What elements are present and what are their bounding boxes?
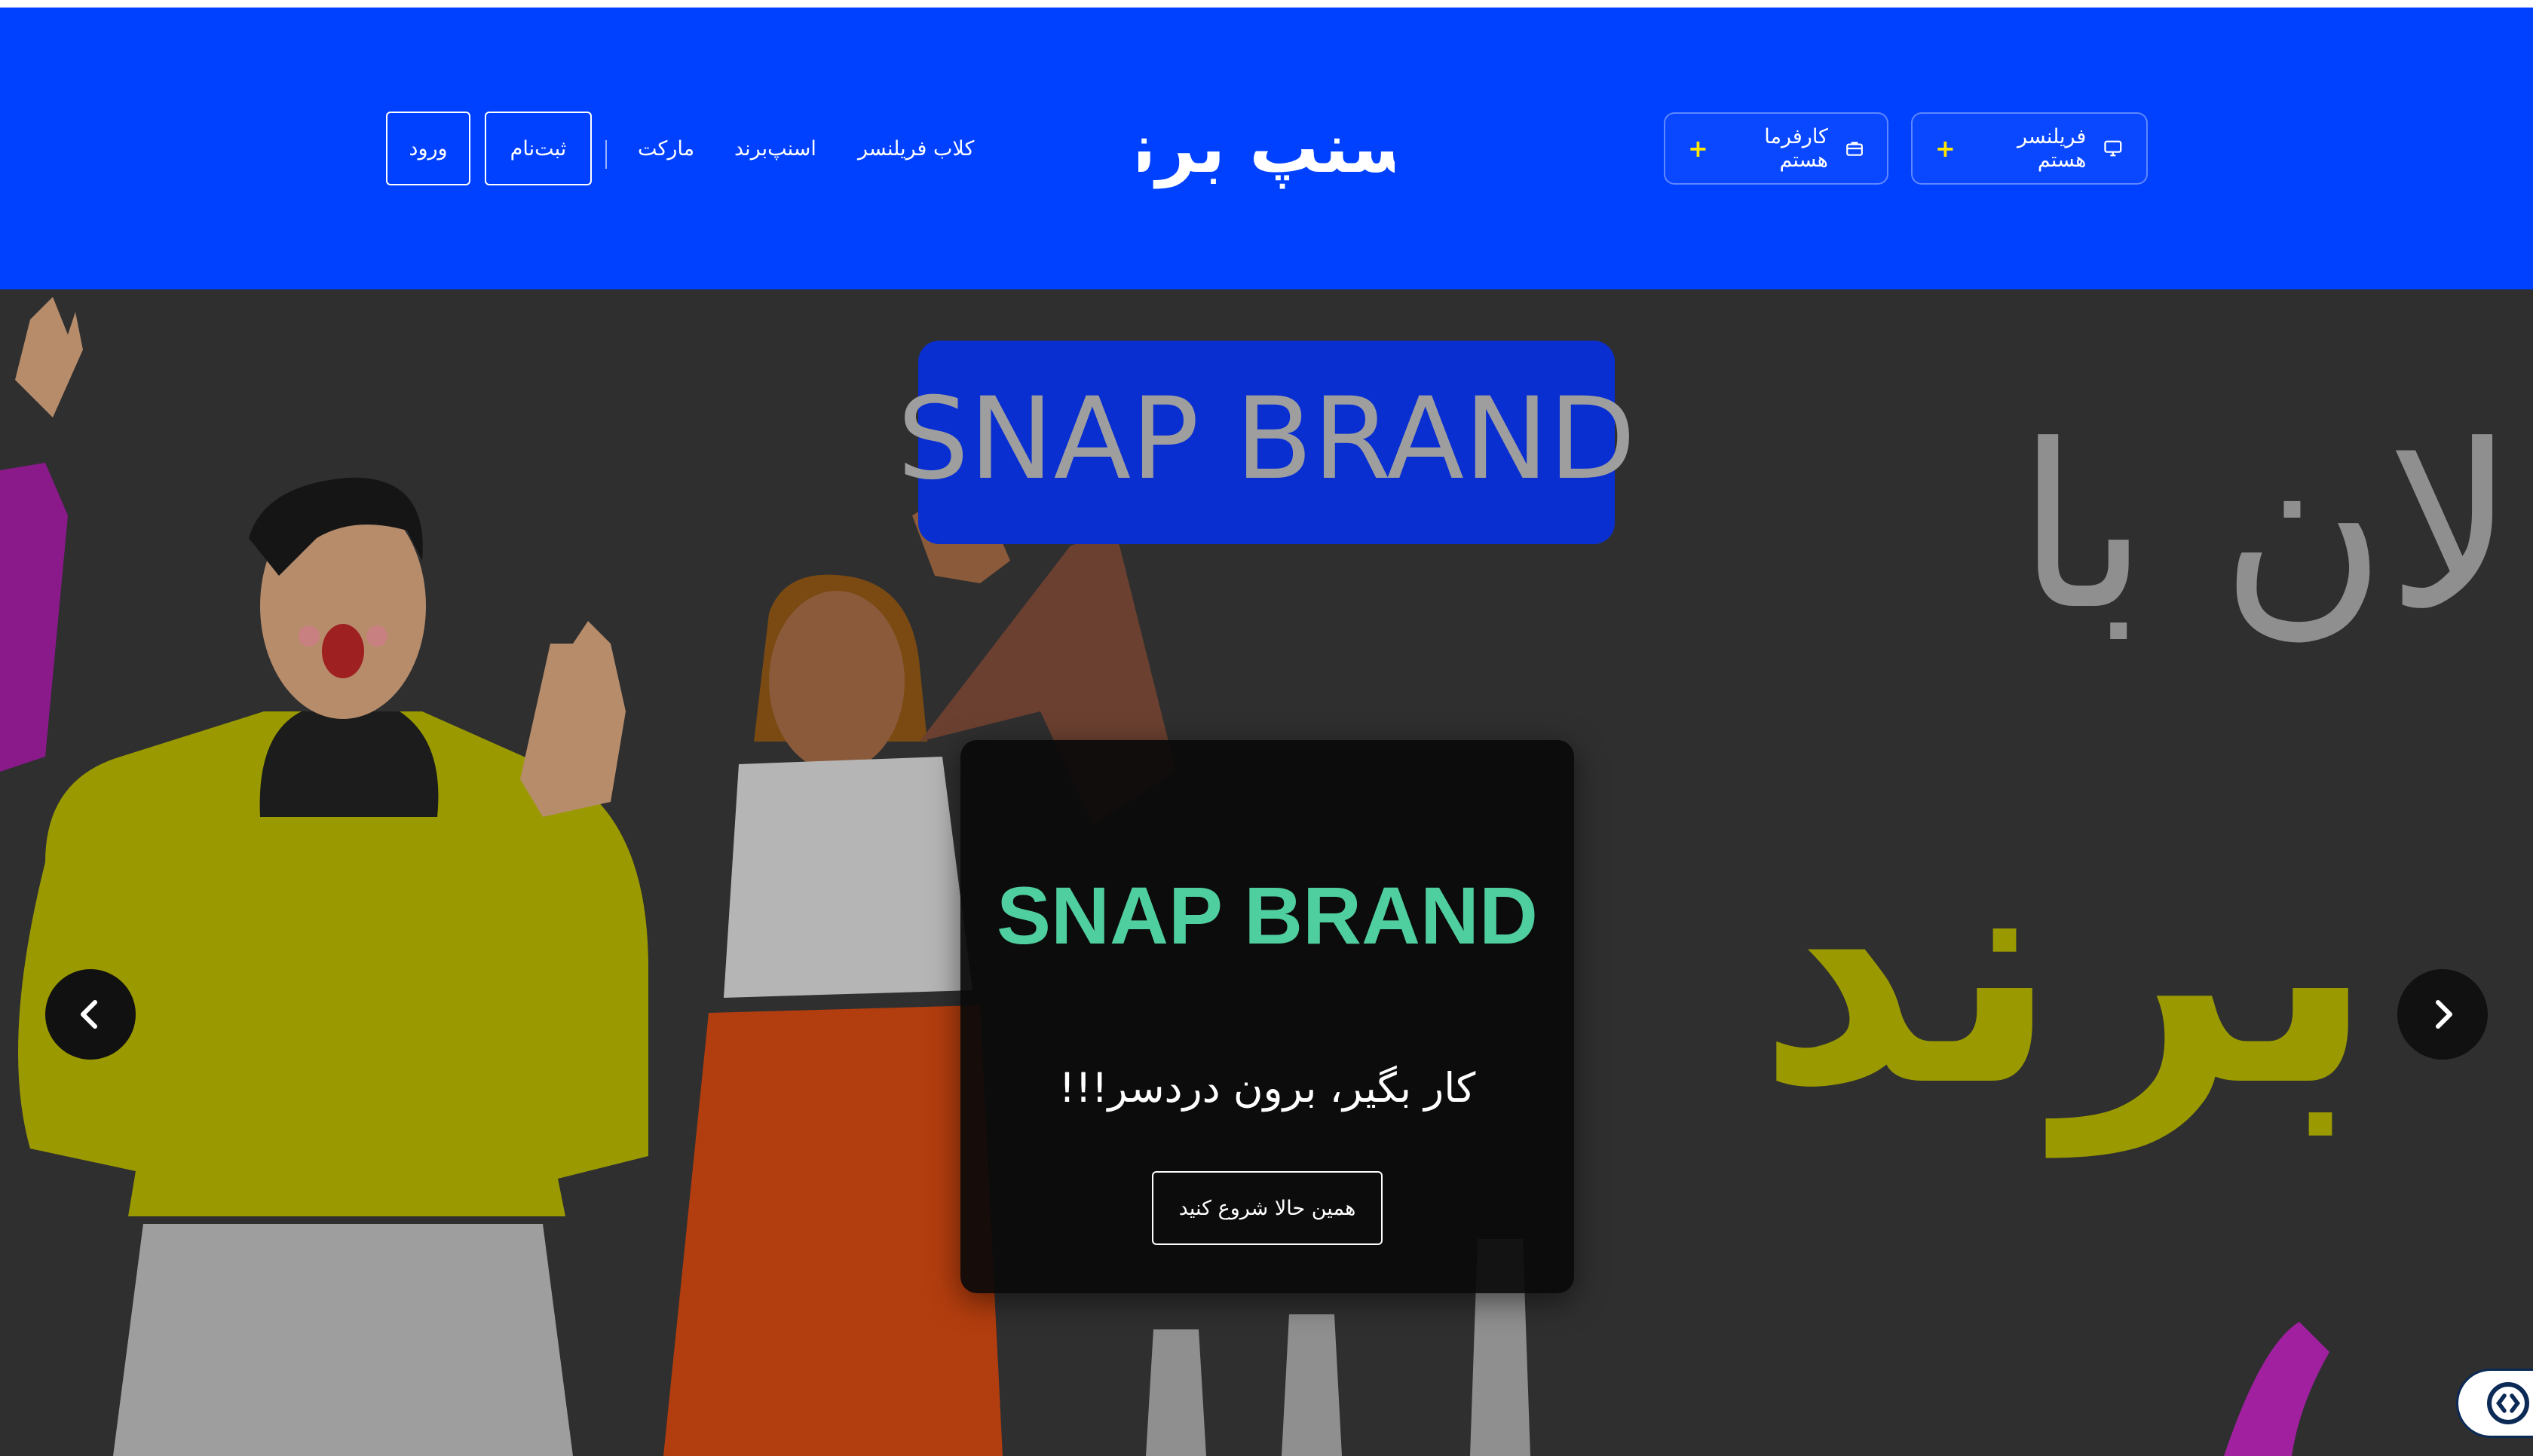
chevron-right-icon bbox=[2436, 1000, 2452, 1029]
accessibility-icon bbox=[2487, 1382, 2529, 1424]
start-now-label: همین حالا شروع کنید bbox=[1178, 1196, 1356, 1220]
register-button[interactable]: ثبت‌نام bbox=[485, 112, 592, 185]
hero-caption-card: SNAP BRAND کار بگیر، برون دردسر!!! همین … bbox=[960, 740, 1574, 1293]
logo-text: اسنپ برند bbox=[1138, 108, 1395, 189]
login-label: ورود bbox=[409, 136, 448, 161]
monitor-icon bbox=[2104, 140, 2122, 157]
hero-title: SNAP BRAND bbox=[996, 870, 1539, 961]
slider-next-button[interactable] bbox=[2397, 969, 2488, 1060]
nav-link-market[interactable]: مارکت bbox=[638, 137, 694, 161]
nav-divider bbox=[605, 140, 607, 169]
accessibility-widget[interactable] bbox=[2456, 1369, 2533, 1438]
plus-icon: + bbox=[1688, 134, 1708, 163]
hero-bg-text-2: برند bbox=[1757, 788, 2375, 1160]
nav-link-snapbrand[interactable]: اسنپ‌برند bbox=[734, 137, 816, 161]
hero-slider: SNAP BRAND الان با برند SNAP BRAND کار ب… bbox=[0, 289, 2533, 1456]
plus-icon: + bbox=[1935, 134, 1956, 163]
briefcase-icon bbox=[1846, 142, 1863, 156]
site-logo[interactable]: اسنپ برند bbox=[1138, 98, 1395, 203]
hero-bg-text-1: الان با bbox=[2017, 396, 2533, 659]
nav-link-freelancer-club[interactable]: کلاب فریلنسر bbox=[858, 137, 974, 161]
login-button[interactable]: ورود bbox=[386, 112, 470, 185]
employer-button[interactable]: کارفرما هستم + bbox=[1664, 112, 1888, 185]
freelancer-label: فریلنسر هستم bbox=[2017, 125, 2087, 172]
register-label: ثبت‌نام bbox=[510, 136, 567, 161]
site-header: ورود ثبت‌نام مارکت اسنپ‌برند کلاب فریلنس… bbox=[0, 8, 2533, 289]
sign-text: SNAP BRAND bbox=[897, 374, 1636, 505]
start-now-button[interactable]: همین حالا شروع کنید bbox=[1152, 1171, 1383, 1245]
hero-subtitle: کار بگیر، برون دردسر!!! bbox=[1058, 1064, 1476, 1112]
slider-prev-button[interactable] bbox=[45, 969, 136, 1060]
top-border bbox=[0, 0, 2533, 8]
freelancer-button[interactable]: فریلنسر هستم + bbox=[1911, 112, 2148, 185]
employer-label: کارفرما هستم bbox=[1764, 125, 1828, 172]
chevron-left-icon bbox=[81, 1000, 97, 1029]
